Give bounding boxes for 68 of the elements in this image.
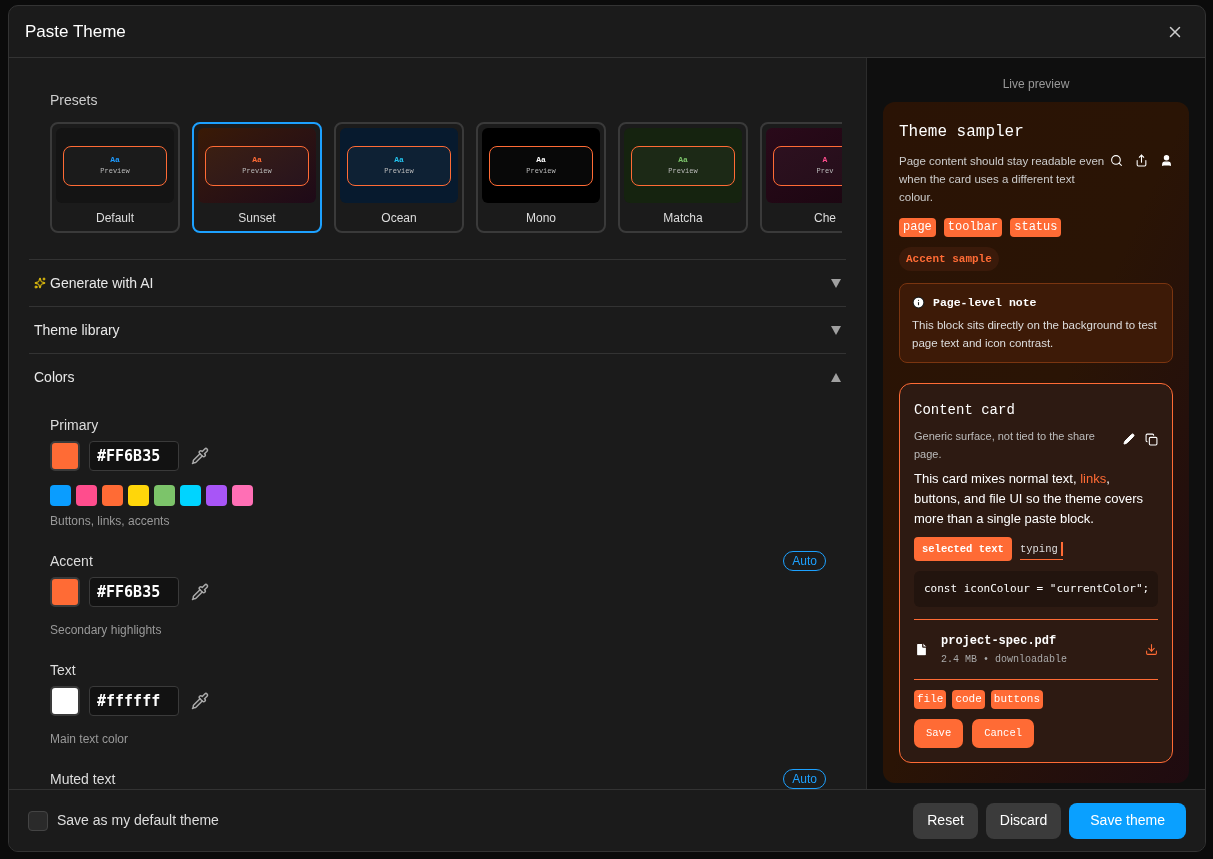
palette-swatch[interactable] bbox=[180, 485, 201, 506]
color-label: Muted text bbox=[50, 769, 116, 789]
color-label: Text bbox=[50, 660, 76, 680]
preset-sample-text: Aa bbox=[678, 154, 688, 165]
palette-swatch[interactable] bbox=[76, 485, 97, 506]
palette-swatch[interactable] bbox=[232, 485, 253, 506]
code-block: const iconColour = "currentColor"; bbox=[914, 571, 1158, 608]
palette-swatch[interactable] bbox=[154, 485, 175, 506]
tag: buttons bbox=[990, 690, 1044, 710]
preset-sample-text: Aa bbox=[394, 154, 404, 165]
preset-sample-text: A bbox=[822, 154, 828, 165]
sampler-description: Page content should stay readable even when the card uses a different text colour. bbox=[899, 154, 1106, 205]
hex-field[interactable]: #ffffff bbox=[89, 686, 179, 716]
typing-field[interactable]: typing bbox=[1019, 538, 1063, 560]
palette-swatch[interactable] bbox=[206, 485, 227, 506]
section-header[interactable]: Generate with AI bbox=[29, 260, 846, 306]
dialog-title: Paste Theme bbox=[25, 20, 126, 43]
secondary-button[interactable]: Reset bbox=[913, 802, 978, 839]
selected-text: selected text bbox=[914, 537, 1012, 562]
accent-sample: Accent sample bbox=[899, 247, 999, 271]
section-header[interactable]: Colors bbox=[29, 354, 846, 400]
tag: toolbar bbox=[943, 218, 1003, 237]
preset-sample-text: Aa bbox=[536, 154, 546, 165]
section-header[interactable]: Theme library bbox=[29, 307, 846, 353]
sampler-title: Theme sampler bbox=[899, 122, 1025, 143]
file-name: project-spec.pdf bbox=[941, 633, 1058, 651]
color-label: Accent bbox=[50, 551, 93, 571]
color-hint: Buttons, links, accents bbox=[50, 513, 171, 530]
secondary-button[interactable]: Discard bbox=[985, 802, 1062, 839]
preview-label: Live preview bbox=[1002, 76, 1070, 93]
color-swatch[interactable] bbox=[50, 577, 80, 607]
hex-field[interactable]: #FF6B35 bbox=[89, 441, 179, 471]
user-icon[interactable] bbox=[1160, 154, 1173, 167]
file-meta: 2.4 MB • downloadable bbox=[941, 653, 1069, 668]
color-swatch[interactable] bbox=[50, 441, 80, 471]
content-card-body: This card mixes normal text, links, buttons, and file UI so the theme covers more than a single paste block. bbox=[914, 470, 1145, 529]
palette-swatch[interactable] bbox=[128, 485, 149, 506]
hex-field[interactable]: #FF6B35 bbox=[89, 577, 179, 607]
tag: status bbox=[1010, 218, 1062, 237]
preset-sample-text: Aa bbox=[110, 154, 120, 165]
color-hint: Secondary highlights bbox=[50, 622, 163, 639]
tag: code bbox=[952, 690, 985, 710]
search-icon[interactable] bbox=[1110, 154, 1123, 167]
preset-sample-text: Aa bbox=[252, 154, 262, 165]
tag: page bbox=[899, 218, 936, 237]
tag: file bbox=[914, 690, 947, 710]
color-swatch[interactable] bbox=[50, 686, 80, 716]
copy-icon[interactable] bbox=[1145, 433, 1158, 447]
presets-label: Presets bbox=[50, 92, 98, 108]
eyedropper-icon[interactable] bbox=[191, 692, 209, 710]
note-title: Page-level note bbox=[933, 295, 1037, 311]
checkbox-label: Save as my default theme bbox=[57, 811, 219, 830]
color-hint: Main text color bbox=[50, 731, 130, 748]
content-card-subtitle: Generic surface, not tied to the share page. bbox=[914, 429, 1096, 463]
palette-swatch[interactable] bbox=[50, 485, 71, 506]
download-icon[interactable] bbox=[1145, 643, 1158, 657]
info-icon bbox=[912, 296, 925, 310]
palette-swatch[interactable] bbox=[102, 485, 123, 506]
pencil-icon[interactable] bbox=[1123, 433, 1135, 446]
checkbox[interactable] bbox=[28, 810, 48, 831]
file-icon bbox=[914, 642, 929, 658]
eyedropper-icon[interactable] bbox=[191, 583, 209, 601]
color-label: Primary bbox=[50, 415, 99, 435]
eyedropper-icon[interactable] bbox=[191, 447, 209, 465]
share-icon[interactable] bbox=[1135, 154, 1148, 167]
content-card-title: Content card bbox=[914, 401, 1016, 421]
note-text: This block sits directly on the background to test page text and icon contrast. bbox=[912, 318, 1158, 352]
sparkle-icon bbox=[34, 277, 46, 289]
